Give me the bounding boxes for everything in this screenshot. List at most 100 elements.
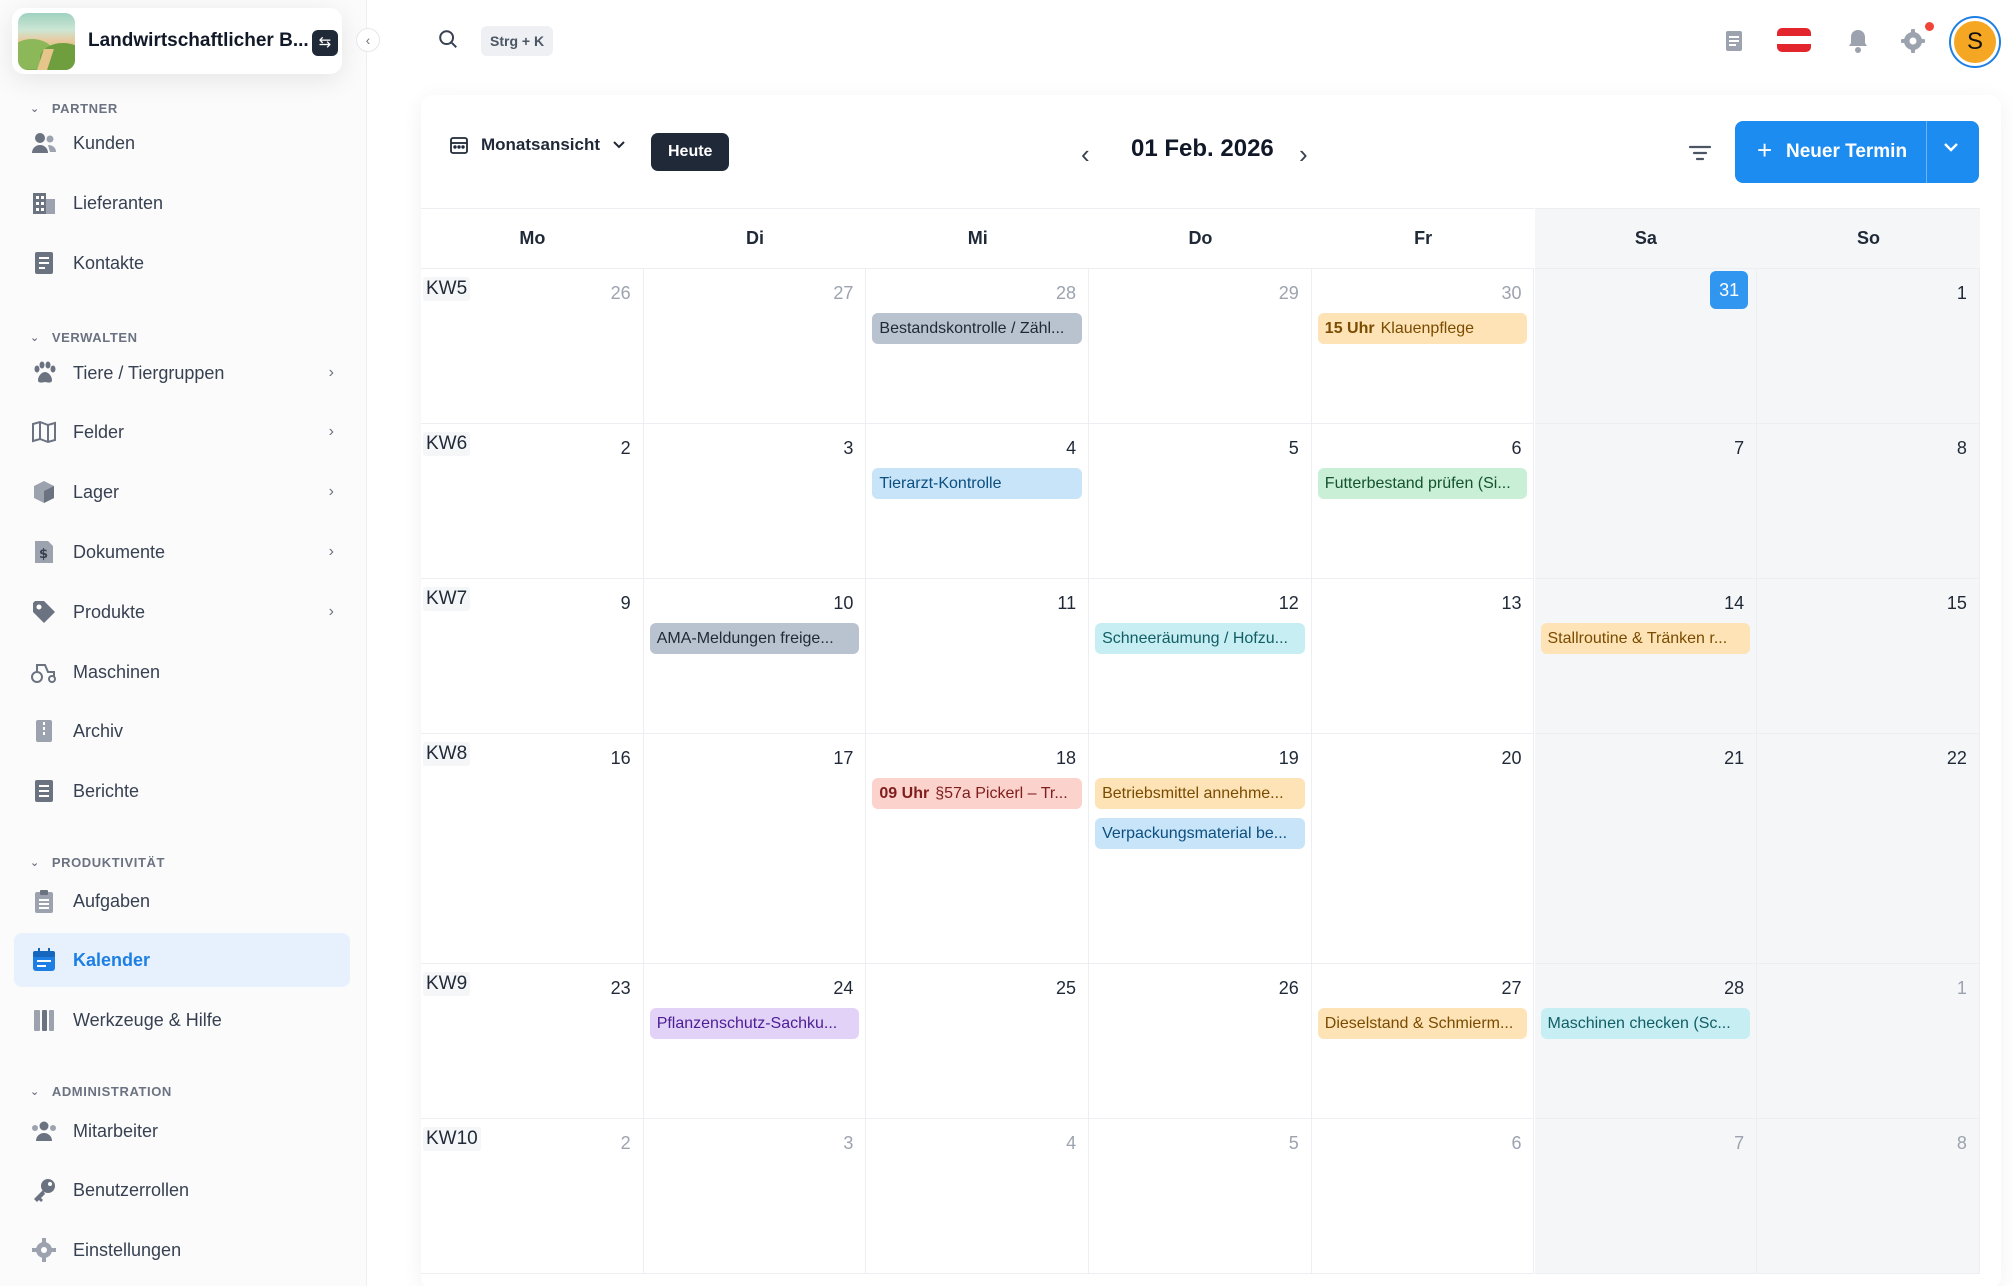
day-cell[interactable]: 6	[1311, 1119, 1535, 1274]
day-cell[interactable]: 16 KW8	[421, 734, 644, 964]
day-cell[interactable]: 17	[643, 734, 867, 964]
sidebar-item-lieferanten[interactable]: Lieferanten	[14, 176, 350, 230]
sidebar-item-benutzerrollen[interactable]: Benutzerrollen	[14, 1163, 350, 1217]
sidebar-item-aufgaben[interactable]: Aufgaben	[14, 874, 350, 928]
day-cell[interactable]: 13	[1311, 579, 1535, 734]
day-cell[interactable]: 2 KW10	[421, 1119, 644, 1274]
day-cell[interactable]: 1	[1757, 269, 1980, 424]
day-cell[interactable]: 21	[1534, 734, 1758, 964]
sidebar-item-lager[interactable]: Lager ›	[14, 465, 350, 519]
section-produktivität[interactable]: ⌄ PRODUKTIVITÄT	[30, 854, 165, 870]
sidebar-item-felder[interactable]: Felder ›	[14, 405, 350, 459]
settings-gear-icon[interactable]	[1900, 28, 1926, 54]
view-mode-select[interactable]: Monatsansicht	[449, 135, 626, 155]
day-cell[interactable]: 4 Tierarzt-Kontrolle	[866, 424, 1090, 579]
today-button[interactable]: Heute	[651, 133, 730, 171]
day-cell[interactable]: 19 Betriebsmittel annehme... Verpackungsma…	[1089, 734, 1312, 964]
day-cell[interactable]: 3	[643, 424, 867, 579]
calendar-event[interactable]: Pflanzenschutz-Sachku...	[649, 1008, 860, 1039]
organization-switcher[interactable]: Landwirtschaftlicher B... ⇆	[12, 8, 342, 74]
day-cell[interactable]: 23 KW9	[421, 964, 644, 1119]
filter-icon[interactable]	[1686, 139, 1714, 167]
calendar-event[interactable]: Schneeräumung / Hofzu...	[1095, 623, 1305, 654]
button-separator	[1926, 121, 1927, 183]
section-administration[interactable]: ⌄ ADMINISTRATION	[30, 1083, 172, 1099]
day-cell[interactable]: 2 KW6	[421, 424, 644, 579]
day-cell[interactable]: 7	[1534, 1119, 1758, 1274]
day-cell[interactable]: 14 Stallroutine & Tränken r...	[1534, 579, 1758, 734]
sidebar-item-label: Werkzeuge & Hilfe	[73, 1009, 222, 1030]
day-cell[interactable]: 29	[1089, 269, 1312, 424]
day-cell[interactable]: 7	[1534, 424, 1758, 579]
day-cell[interactable]: 30 15 Uhr Klauenpflege	[1311, 269, 1535, 424]
sidebar: Landwirtschaftlicher B... ⇆ ‹ ⌄ PARTNER Ku…	[0, 0, 380, 1286]
day-cell[interactable]: 5	[1089, 424, 1312, 579]
section-verwalten[interactable]: ⌄ VERWALTEN	[30, 329, 138, 345]
sidebar-item-werkzeuge-hilfe[interactable]: Werkzeuge & Hilfe	[14, 993, 350, 1047]
day-number: 29	[1278, 283, 1299, 303]
day-cell[interactable]: 24 Pflanzenschutz-Sachku...	[643, 964, 867, 1119]
sidebar-item-maschinen[interactable]: Maschinen	[14, 645, 350, 699]
day-cell[interactable]: 8	[1757, 424, 1980, 579]
calendar-event[interactable]: Tierarzt-Kontrolle	[872, 468, 1083, 499]
calendar-event[interactable]: Stallroutine & Tränken r...	[1540, 623, 1751, 654]
calendar-event[interactable]: 15 Uhr Klauenpflege	[1317, 313, 1528, 344]
previous-month-icon[interactable]: ‹	[1081, 139, 1090, 170]
calendar-event[interactable]: Futterbestand prüfen (Si...	[1317, 468, 1528, 499]
day-cell[interactable]: 11	[866, 579, 1090, 734]
calendar-event[interactable]: Dieselstand & Schmierm...	[1317, 1008, 1528, 1039]
section-partner[interactable]: ⌄ PARTNER	[30, 100, 118, 116]
section-title: ADMINISTRATION	[51, 1083, 172, 1099]
new-appointment-dropdown-icon[interactable]	[1943, 139, 1959, 157]
calendar-event[interactable]: Verpackungsmaterial be...	[1095, 818, 1305, 849]
day-number: 23	[610, 978, 631, 998]
sidebar-item-dokumente[interactable]: $ Dokumente ›	[14, 525, 350, 579]
day-cell[interactable]: 28 Maschinen checken (Sc...	[1534, 964, 1758, 1119]
day-cell[interactable]: 26 KW5	[421, 269, 644, 424]
calendar-event[interactable]: Betriebsmittel annehme...	[1095, 778, 1305, 809]
day-cell[interactable]: 26	[1089, 964, 1312, 1119]
user-avatar[interactable]: S	[1951, 18, 1999, 66]
day-cell[interactable]: 4	[866, 1119, 1090, 1274]
sidebar-item-berichte[interactable]: Berichte	[14, 764, 350, 818]
day-cell[interactable]: 15	[1757, 579, 1980, 734]
day-cell[interactable]: 1	[1757, 964, 1980, 1119]
calendar-event[interactable]: AMA-Meldungen freige...	[649, 623, 860, 654]
day-cell[interactable]: 18 09 Uhr §57a Pickerl – Tr...	[866, 734, 1090, 964]
bell-icon[interactable]	[1845, 28, 1871, 54]
sidebar-item-tiere-tiergruppen[interactable]: Tiere / Tiergruppen ›	[14, 346, 350, 400]
calendar-event[interactable]: Maschinen checken (Sc...	[1540, 1008, 1751, 1039]
day-cell[interactable]: 10 AMA-Meldungen freige...	[643, 579, 867, 734]
switch-organization-icon[interactable]: ⇆	[312, 30, 338, 56]
day-cell[interactable]: 9 KW7	[421, 579, 644, 734]
day-cell[interactable]: 6 Futterbestand prüfen (Si...	[1311, 424, 1535, 579]
sidebar-item-kunden[interactable]: Kunden	[14, 116, 350, 170]
day-cell[interactable]: 27	[643, 269, 867, 424]
document-icon[interactable]	[1721, 28, 1747, 54]
sidebar-item-label: Kunden	[73, 132, 136, 153]
calendar-event[interactable]: Bestandskontrolle / Zähl...	[872, 313, 1083, 344]
day-cell[interactable]: 3	[643, 1119, 867, 1274]
sidebar-item-produkte[interactable]: Produkte ›	[14, 585, 350, 639]
austria-flag-icon[interactable]	[1777, 28, 1811, 52]
day-cell[interactable]: 28 Bestandskontrolle / Zähl...	[866, 269, 1090, 424]
sidebar-item-mitarbeiter[interactable]: Mitarbeiter	[14, 1104, 350, 1158]
day-cell[interactable]: 31	[1534, 269, 1758, 424]
day-cell[interactable]: 8	[1757, 1119, 1980, 1274]
new-appointment-button[interactable]: + Neuer Termin	[1735, 121, 1979, 183]
day-cell[interactable]: 5	[1089, 1119, 1312, 1274]
calendar-event[interactable]: 09 Uhr §57a Pickerl – Tr...	[872, 778, 1083, 809]
day-cell[interactable]: 22	[1757, 734, 1980, 964]
day-cell[interactable]: 12 Schneeräumung / Hofzu...	[1089, 579, 1312, 734]
sidebar-item-einstellungen[interactable]: Einstellungen	[14, 1223, 350, 1277]
day-number: 4	[1066, 438, 1077, 458]
day-cell[interactable]: 27 Dieselstand & Schmierm...	[1311, 964, 1535, 1119]
sidebar-item-archiv[interactable]: Archiv	[14, 704, 350, 758]
day-cell[interactable]: 20	[1311, 734, 1535, 964]
next-month-icon[interactable]: ›	[1299, 139, 1308, 170]
sidebar-item-kalender[interactable]: Kalender	[14, 933, 350, 987]
sidebar-item-label: Maschinen	[73, 661, 161, 682]
day-cell[interactable]: 25	[866, 964, 1090, 1119]
sidebar-item-kontakte[interactable]: Kontakte	[14, 236, 350, 290]
search-icon[interactable]	[437, 28, 459, 50]
